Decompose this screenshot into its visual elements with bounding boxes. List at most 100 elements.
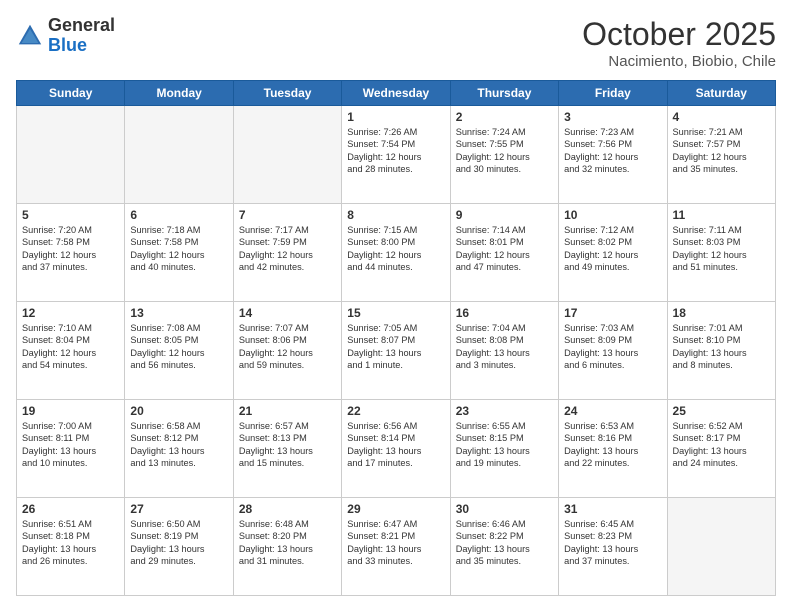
- day-info: Sunrise: 7:07 AM Sunset: 8:06 PM Dayligh…: [239, 322, 336, 372]
- day-number: 30: [456, 502, 553, 516]
- day-number: 24: [564, 404, 661, 418]
- day-number: 27: [130, 502, 227, 516]
- calendar-cell-3-2: 21 Sunrise: 6:57 AM Sunset: 8:13 PM Dayli…: [233, 400, 341, 498]
- day-info: Sunrise: 6:50 AM Sunset: 8:19 PM Dayligh…: [130, 518, 227, 568]
- calendar-cell-3-0: 19Sunrise: 7:00 AM Sunset: 8:11 PM Dayli…: [17, 400, 125, 498]
- logo-text: General Blue: [48, 16, 115, 56]
- logo: General Blue: [16, 16, 115, 56]
- header-wednesday: Wednesday: [342, 81, 450, 106]
- header-thursday: Thursday: [450, 81, 558, 106]
- day-info: Sunrise: 6:57 AM Sunset: 8:13 PM Dayligh…: [239, 420, 336, 470]
- calendar-cell-2-4: 16 Sunrise: 7:04 AM Sunset: 8:08 PM Dayli…: [450, 302, 558, 400]
- title-block: October 2025 Nacimiento, Biobio, Chile: [582, 16, 776, 70]
- day-number: 10: [564, 208, 661, 222]
- calendar-cell-4-6: [667, 498, 775, 596]
- calendar-cell-1-3: 8 Sunrise: 7:15 AM Sunset: 8:00 PM Daylig…: [342, 204, 450, 302]
- calendar-cell-1-5: 10 Sunrise: 7:12 AM Sunset: 8:02 PM Dayli…: [559, 204, 667, 302]
- calendar-cell-1-2: 7 Sunrise: 7:17 AM Sunset: 7:59 PM Daylig…: [233, 204, 341, 302]
- day-number: 19: [22, 404, 119, 418]
- day-number: 1: [347, 110, 444, 124]
- calendar-cell-1-0: 5Sunrise: 7:20 AM Sunset: 7:58 PM Daylig…: [17, 204, 125, 302]
- calendar-cell-4-0: 26 Sunrise: 6:51 AM Sunset: 8:18 PM Dayli…: [17, 498, 125, 596]
- day-info: Sunrise: 7:12 AM Sunset: 8:02 PM Dayligh…: [564, 224, 661, 274]
- day-info: Sunrise: 7:20 AM Sunset: 7:58 PM Dayligh…: [22, 224, 119, 274]
- day-info: Sunrise: 7:10 AM Sunset: 8:04 PM Dayligh…: [22, 322, 119, 372]
- logo-general: General: [48, 15, 115, 35]
- calendar-cell-0-2: [233, 106, 341, 204]
- logo-blue: Blue: [48, 35, 87, 55]
- day-number: 18: [673, 306, 770, 320]
- weekday-header-row: Sunday Monday Tuesday Wednesday Thursday…: [17, 81, 776, 106]
- week-row-5: 26 Sunrise: 6:51 AM Sunset: 8:18 PM Dayli…: [17, 498, 776, 596]
- day-number: 29: [347, 502, 444, 516]
- day-number: 21: [239, 404, 336, 418]
- day-number: 14: [239, 306, 336, 320]
- day-number: 25: [673, 404, 770, 418]
- day-info: Sunrise: 7:21 AM Sunset: 7:57 PM Dayligh…: [673, 126, 770, 176]
- calendar-cell-0-5: 3Sunrise: 7:23 AM Sunset: 7:56 PM Daylig…: [559, 106, 667, 204]
- day-info: Sunrise: 7:17 AM Sunset: 7:59 PM Dayligh…: [239, 224, 336, 274]
- day-number: 20: [130, 404, 227, 418]
- day-info: Sunrise: 7:26 AM Sunset: 7:54 PM Dayligh…: [347, 126, 444, 176]
- day-info: Sunrise: 6:47 AM Sunset: 8:21 PM Dayligh…: [347, 518, 444, 568]
- day-number: 28: [239, 502, 336, 516]
- header-saturday: Saturday: [667, 81, 775, 106]
- day-number: 15: [347, 306, 444, 320]
- calendar-cell-2-1: 13Sunrise: 7:08 AM Sunset: 8:05 PM Dayli…: [125, 302, 233, 400]
- day-info: Sunrise: 6:51 AM Sunset: 8:18 PM Dayligh…: [22, 518, 119, 568]
- subtitle: Nacimiento, Biobio, Chile: [582, 53, 776, 70]
- calendar-cell-3-3: 22 Sunrise: 6:56 AM Sunset: 8:14 PM Dayli…: [342, 400, 450, 498]
- calendar-cell-4-5: 31 Sunrise: 6:45 AM Sunset: 8:23 PM Dayli…: [559, 498, 667, 596]
- day-info: Sunrise: 7:03 AM Sunset: 8:09 PM Dayligh…: [564, 322, 661, 372]
- day-info: Sunrise: 7:04 AM Sunset: 8:08 PM Dayligh…: [456, 322, 553, 372]
- calendar-cell-2-2: 14 Sunrise: 7:07 AM Sunset: 8:06 PM Dayli…: [233, 302, 341, 400]
- calendar-cell-1-4: 9Sunrise: 7:14 AM Sunset: 8:01 PM Daylig…: [450, 204, 558, 302]
- header-sunday: Sunday: [17, 81, 125, 106]
- day-number: 7: [239, 208, 336, 222]
- day-info: Sunrise: 6:53 AM Sunset: 8:16 PM Dayligh…: [564, 420, 661, 470]
- calendar-cell-4-1: 27 Sunrise: 6:50 AM Sunset: 8:19 PM Dayli…: [125, 498, 233, 596]
- calendar-cell-4-3: 29 Sunrise: 6:47 AM Sunset: 8:21 PM Dayli…: [342, 498, 450, 596]
- day-number: 17: [564, 306, 661, 320]
- day-number: 16: [456, 306, 553, 320]
- calendar-cell-1-1: 6Sunrise: 7:18 AM Sunset: 7:58 PM Daylig…: [125, 204, 233, 302]
- day-number: 26: [22, 502, 119, 516]
- header-tuesday: Tuesday: [233, 81, 341, 106]
- calendar-cell-2-0: 12 Sunrise: 7:10 AM Sunset: 8:04 PM Dayli…: [17, 302, 125, 400]
- calendar-cell-4-2: 28 Sunrise: 6:48 AM Sunset: 8:20 PM Dayli…: [233, 498, 341, 596]
- calendar-cell-3-5: 24 Sunrise: 6:53 AM Sunset: 8:16 PM Dayli…: [559, 400, 667, 498]
- day-info: Sunrise: 6:52 AM Sunset: 8:17 PM Dayligh…: [673, 420, 770, 470]
- day-number: 6: [130, 208, 227, 222]
- day-number: 31: [564, 502, 661, 516]
- day-info: Sunrise: 7:01 AM Sunset: 8:10 PM Dayligh…: [673, 322, 770, 372]
- page: General Blue October 2025 Nacimiento, Bi…: [0, 0, 792, 612]
- day-number: 13: [130, 306, 227, 320]
- calendar-table: Sunday Monday Tuesday Wednesday Thursday…: [16, 80, 776, 596]
- logo-icon: [16, 22, 44, 50]
- day-info: Sunrise: 6:58 AM Sunset: 8:12 PM Dayligh…: [130, 420, 227, 470]
- day-number: 11: [673, 208, 770, 222]
- day-number: 8: [347, 208, 444, 222]
- day-info: Sunrise: 6:46 AM Sunset: 8:22 PM Dayligh…: [456, 518, 553, 568]
- day-info: Sunrise: 6:56 AM Sunset: 8:14 PM Dayligh…: [347, 420, 444, 470]
- calendar-cell-0-3: 1 Sunrise: 7:26 AM Sunset: 7:54 PM Daylig…: [342, 106, 450, 204]
- day-info: Sunrise: 6:48 AM Sunset: 8:20 PM Dayligh…: [239, 518, 336, 568]
- calendar-cell-2-6: 18 Sunrise: 7:01 AM Sunset: 8:10 PM Dayli…: [667, 302, 775, 400]
- calendar-cell-0-4: 2 Sunrise: 7:24 AM Sunset: 7:55 PM Daylig…: [450, 106, 558, 204]
- calendar-cell-0-0: [17, 106, 125, 204]
- header-monday: Monday: [125, 81, 233, 106]
- day-number: 23: [456, 404, 553, 418]
- calendar-cell-2-3: 15Sunrise: 7:05 AM Sunset: 8:07 PM Dayli…: [342, 302, 450, 400]
- day-number: 22: [347, 404, 444, 418]
- calendar-cell-0-1: [125, 106, 233, 204]
- day-info: Sunrise: 7:24 AM Sunset: 7:55 PM Dayligh…: [456, 126, 553, 176]
- day-info: Sunrise: 7:15 AM Sunset: 8:00 PM Dayligh…: [347, 224, 444, 274]
- week-row-1: 1 Sunrise: 7:26 AM Sunset: 7:54 PM Daylig…: [17, 106, 776, 204]
- day-number: 3: [564, 110, 661, 124]
- day-info: Sunrise: 6:55 AM Sunset: 8:15 PM Dayligh…: [456, 420, 553, 470]
- day-info: Sunrise: 6:45 AM Sunset: 8:23 PM Dayligh…: [564, 518, 661, 568]
- day-number: 12: [22, 306, 119, 320]
- day-number: 2: [456, 110, 553, 124]
- calendar-cell-4-4: 30 Sunrise: 6:46 AM Sunset: 8:22 PM Dayli…: [450, 498, 558, 596]
- month-title: October 2025: [582, 16, 776, 53]
